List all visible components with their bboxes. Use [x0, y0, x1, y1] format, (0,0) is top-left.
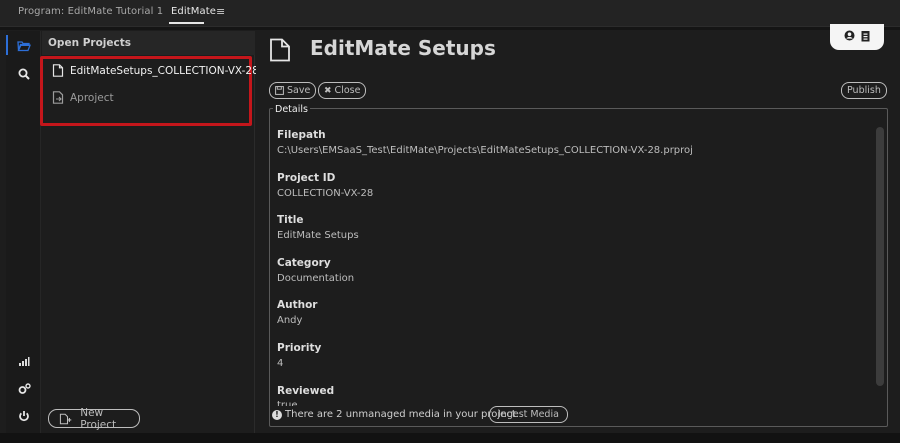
project-item-aproject[interactable]: Aproject	[52, 91, 114, 104]
publish-button[interactable]: Publish	[841, 82, 887, 99]
open-projects-heading: Open Projects	[42, 31, 255, 55]
user-avatar-icon[interactable]	[844, 30, 855, 44]
close-label: Close	[334, 85, 361, 96]
tab-editmate-label: EditMate	[171, 6, 216, 17]
details-scrollbar[interactable]	[876, 127, 884, 386]
tab-active-underline	[169, 22, 204, 24]
unmanaged-media-message: ! There are 2 unmanaged media in your pr…	[272, 409, 519, 420]
user-controls	[830, 24, 884, 50]
tab-program[interactable]: Program: EditMate Tutorial 1	[18, 6, 163, 17]
field-value-priority: 4	[277, 358, 284, 369]
field-value-category: Documentation	[277, 273, 355, 284]
page-title: EditMate Setups	[310, 36, 496, 60]
field-value-project-id: COLLECTION-VX-28	[277, 188, 374, 199]
document-icon	[52, 64, 64, 77]
tab-bar: Program: EditMate Tutorial 1 EditMate ≡	[0, 0, 900, 27]
project-item-label: EditMateSetups_COLLECTION-VX-28	[70, 64, 259, 77]
field-label-author: Author	[277, 299, 318, 311]
gears-icon[interactable]	[16, 381, 32, 397]
save-button[interactable]: Save	[269, 82, 317, 99]
details-legend: Details	[273, 104, 310, 115]
ingest-media-label: Ingest Media	[498, 409, 559, 420]
field-label-category: Category	[277, 257, 331, 269]
field-label-title: Title	[277, 214, 304, 226]
field-label-priority: Priority	[277, 342, 322, 354]
field-label-project-id: Project ID	[277, 172, 336, 184]
field-label-filepath: Filepath	[277, 129, 326, 141]
close-icon: ✖	[324, 85, 332, 96]
project-item-label: Aproject	[70, 91, 114, 104]
power-icon[interactable]	[16, 408, 32, 424]
bottom-edge	[0, 433, 900, 443]
new-project-label: New Project	[80, 406, 117, 431]
signal-bars-icon[interactable]	[16, 353, 32, 369]
ingest-media-button[interactable]: Ingest Media	[489, 406, 568, 423]
tab-editmate[interactable]: EditMate	[169, 6, 216, 24]
hamburger-menu-icon[interactable]: ≡	[216, 5, 225, 18]
info-icon: !	[272, 409, 282, 420]
field-label-reviewed: Reviewed	[277, 385, 335, 397]
folder-icon[interactable]	[16, 38, 32, 54]
field-value-title: EditMate Setups	[277, 230, 359, 241]
field-value-filepath: C:\Users\EMSaaS_Test\EditMate\Projects\E…	[277, 145, 693, 156]
search-icon[interactable]	[16, 66, 32, 82]
left-rail	[6, 31, 41, 433]
new-document-icon	[59, 413, 72, 424]
field-value-author: Andy	[277, 315, 303, 326]
document-import-icon	[52, 91, 64, 104]
close-button[interactable]: ✖ Close	[318, 82, 367, 99]
floppy-disk-icon	[275, 86, 284, 95]
field-value-reviewed: true	[277, 400, 298, 406]
publish-label: Publish	[847, 85, 881, 96]
rail-active-indicator	[6, 35, 8, 55]
document-icon	[270, 38, 290, 62]
clipboard-icon[interactable]	[861, 30, 870, 45]
save-label: Save	[287, 85, 311, 96]
footer-message-text: There are 2 unmanaged media in your proj…	[285, 409, 519, 420]
project-item-editmatesetups[interactable]: EditMateSetups_COLLECTION-VX-28	[52, 64, 259, 77]
divider	[0, 27, 900, 30]
new-project-button[interactable]: New Project	[48, 406, 140, 431]
